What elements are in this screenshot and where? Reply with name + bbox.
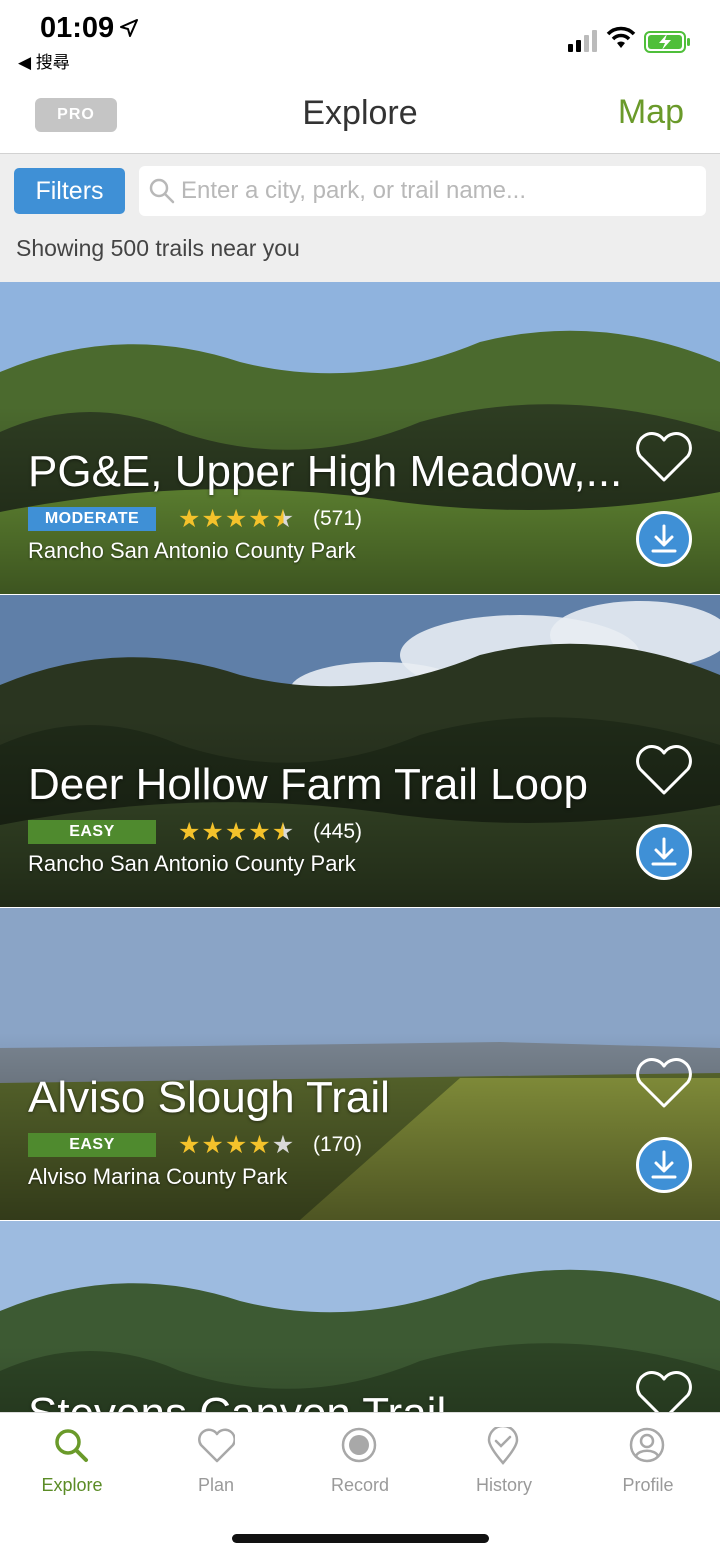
star-icon: ★: [224, 1131, 249, 1159]
star-icon: ★: [271, 1131, 296, 1159]
trail-name[interactable]: PG&E, Upper High Meadow,...: [28, 447, 622, 497]
download-button[interactable]: [636, 824, 692, 880]
star-icon: ★: [201, 505, 225, 533]
favorite-heart-icon[interactable]: [634, 743, 694, 802]
star-icon: ★: [178, 818, 202, 846]
battery-charging-icon: [644, 31, 690, 53]
search-icon: [55, 1429, 88, 1462]
tab-plan[interactable]: Plan: [144, 1413, 288, 1513]
star-icon: ★: [201, 1131, 225, 1159]
star-icon: ★: [248, 1131, 272, 1159]
favorite-heart-icon[interactable]: [634, 430, 694, 489]
trail-card[interactable]: Alviso Slough Trail EASY ★★★★★ (170) Alviso …: [0, 908, 720, 1220]
difficulty-badge: EASY: [28, 820, 156, 844]
back-to-app[interactable]: ◀ 搜尋: [18, 48, 70, 73]
star-icon: ★: [271, 818, 296, 846]
trail-card[interactable]: PG&E, Upper High Meadow,... MODERATE ★★★★★…: [0, 282, 720, 594]
tab-explore[interactable]: Explore: [0, 1413, 144, 1513]
tab-record[interactable]: Record: [288, 1413, 432, 1513]
search-icon: [149, 178, 175, 204]
search-input[interactable]: [181, 166, 696, 216]
tab-history[interactable]: History: [432, 1413, 576, 1513]
download-button[interactable]: [636, 1137, 692, 1193]
download-button[interactable]: [636, 511, 692, 567]
trail-name[interactable]: Alviso Slough Trail: [28, 1073, 390, 1123]
star-icon: ★: [224, 505, 249, 533]
location-arrow-icon: [120, 19, 138, 37]
favorite-heart-icon[interactable]: [634, 1056, 694, 1115]
tab-label: Profile: [622, 1475, 674, 1495]
trail-card[interactable]: Deer Hollow Farm Trail Loop EASY ★★★★★ (445…: [0, 595, 720, 907]
map-button[interactable]: Map: [618, 93, 684, 132]
star-rating: ★★★★★: [178, 1131, 296, 1159]
cellular-signal-icon: [568, 30, 597, 52]
star-rating: ★★★★★: [178, 505, 296, 533]
star-icon: ★: [178, 1131, 202, 1159]
park-name: Rancho San Antonio County Park: [28, 851, 356, 876]
park-name: Rancho San Antonio County Park: [28, 538, 356, 563]
page-title: Explore: [302, 94, 418, 132]
record-icon: [341, 1427, 377, 1463]
result-count: Showing 500 trails near you: [16, 235, 300, 261]
review-count: (571): [313, 507, 363, 530]
star-icon: ★: [224, 818, 249, 846]
download-icon: [651, 1150, 677, 1179]
star-icon: ★: [201, 818, 225, 846]
download-icon: [651, 837, 677, 866]
wifi-icon: [606, 26, 636, 48]
review-count: (445): [313, 820, 363, 843]
tab-label: Plan: [197, 1475, 235, 1495]
status-bar: 01:09 ◀ 搜尋: [0, 0, 720, 80]
tab-label: Explore: [41, 1475, 103, 1495]
star-icon: ★: [178, 505, 202, 533]
difficulty-badge: EASY: [28, 1133, 156, 1157]
tab-label: History: [475, 1475, 532, 1495]
park-name: Alviso Marina County Park: [28, 1164, 288, 1189]
home-indicator[interactable]: [232, 1534, 489, 1543]
filters-button[interactable]: Filters: [14, 168, 125, 214]
star-icon: ★: [271, 505, 296, 533]
review-count: (170): [313, 1133, 363, 1156]
tab-label: Record: [330, 1475, 390, 1495]
heart-icon: [198, 1428, 235, 1463]
tab-profile[interactable]: Profile: [576, 1413, 720, 1513]
star-icon: ★: [248, 505, 272, 533]
download-icon: [651, 524, 677, 553]
difficulty-badge: MODERATE: [28, 507, 156, 531]
nav-bar: PRO Explore Map: [0, 80, 720, 154]
star-icon: ★: [248, 818, 272, 846]
profile-icon: [629, 1427, 665, 1463]
search-area: Filters Showing 500 trails near you: [0, 154, 720, 282]
status-time: 01:09: [40, 12, 115, 44]
search-box[interactable]: [139, 166, 706, 216]
star-rating: ★★★★★: [178, 818, 296, 846]
trail-name[interactable]: Deer Hollow Farm Trail Loop: [28, 760, 588, 810]
location-check-icon: [487, 1427, 519, 1465]
